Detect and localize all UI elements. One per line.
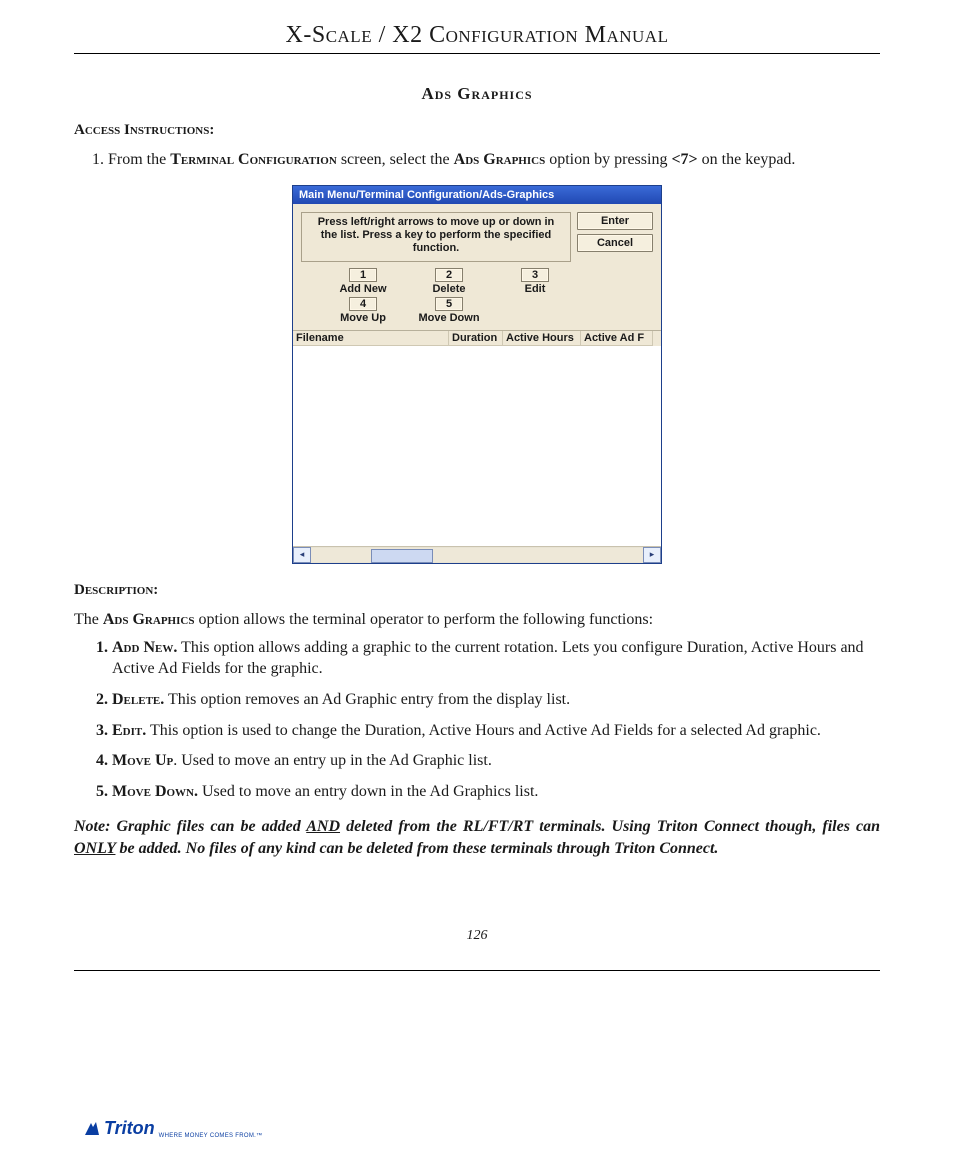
scroll-track[interactable] bbox=[311, 548, 643, 562]
note-paragraph: Note: Graphic files can be added AND del… bbox=[74, 816, 880, 859]
column-header[interactable]: Active Ad F bbox=[581, 331, 653, 346]
function-key-move-up[interactable]: 4Move Up bbox=[323, 297, 403, 324]
table-body-empty bbox=[293, 346, 661, 546]
logo-tagline: WHERE MONEY COMES FROM.™ bbox=[159, 1133, 263, 1139]
scroll-thumb[interactable] bbox=[371, 549, 433, 563]
ads-graphics-screenshot: Main Menu/Terminal Configuration/Ads-Gra… bbox=[74, 185, 880, 565]
table-header-row: FilenameDurationActive HoursActive Ad F bbox=[293, 330, 661, 346]
function-key-move-down[interactable]: 5Move Down bbox=[409, 297, 489, 324]
footer-rule bbox=[74, 970, 880, 971]
key-number: 3 bbox=[521, 268, 549, 282]
section-title: Ads Graphics bbox=[74, 84, 880, 104]
key-label: Move Down bbox=[409, 312, 489, 324]
key-label: Delete bbox=[409, 283, 489, 295]
access-step: From the Terminal Configuration screen, … bbox=[108, 149, 880, 171]
function-key-add-new[interactable]: 1Add New bbox=[323, 268, 403, 295]
scroll-right-button[interactable]: ▸ bbox=[643, 547, 661, 563]
horizontal-scrollbar[interactable]: ◂ ▸ bbox=[293, 546, 661, 563]
key-number: 2 bbox=[435, 268, 463, 282]
key-label: Edit bbox=[495, 283, 575, 295]
page-number: 126 bbox=[74, 928, 880, 944]
description-list: Add New. This option allows adding a gra… bbox=[88, 637, 880, 803]
logo-icon bbox=[84, 1121, 100, 1137]
document-title: X-Scale / X2 Configuration Manual bbox=[74, 22, 880, 49]
description-item: Edit. This option is used to change the … bbox=[112, 720, 880, 742]
function-key-edit[interactable]: 3Edit bbox=[495, 268, 575, 295]
function-key-delete[interactable]: 2Delete bbox=[409, 268, 489, 295]
description-item: Move Up. Used to move an entry up in the… bbox=[112, 750, 880, 772]
logo-wordmark: Triton bbox=[104, 1118, 155, 1139]
function-key-grid: 1Add New2Delete3Edit4Move Up5Move Down bbox=[293, 262, 661, 328]
key-number: 4 bbox=[349, 297, 377, 311]
description-heading: Description: bbox=[74, 582, 880, 599]
column-header[interactable]: Active Hours bbox=[503, 331, 581, 346]
enter-button[interactable]: Enter bbox=[577, 212, 653, 230]
column-header[interactable]: Filename bbox=[293, 331, 449, 346]
key-label: Add New bbox=[323, 283, 403, 295]
description-item: Add New. This option allows adding a gra… bbox=[112, 637, 880, 680]
triton-logo: Triton WHERE MONEY COMES FROM.™ bbox=[84, 1118, 262, 1139]
description-item: Move Down. Used to move an entry down in… bbox=[112, 781, 880, 803]
instructions-box: Press left/right arrows to move up or do… bbox=[301, 212, 571, 263]
key-label: Move Up bbox=[323, 312, 403, 324]
description-intro: The Ads Graphics option allows the termi… bbox=[74, 609, 880, 631]
access-instructions-heading: Access Instructions: bbox=[74, 122, 880, 139]
column-header[interactable]: Duration bbox=[449, 331, 503, 346]
ads-graphics-window: Main Menu/Terminal Configuration/Ads-Gra… bbox=[292, 185, 662, 565]
key-number: 1 bbox=[349, 268, 377, 282]
key-number: 5 bbox=[435, 297, 463, 311]
access-instructions-list: From the Terminal Configuration screen, … bbox=[88, 149, 880, 171]
cancel-button[interactable]: Cancel bbox=[577, 234, 653, 252]
description-item: Delete. This option removes an Ad Graphi… bbox=[112, 689, 880, 711]
window-titlebar: Main Menu/Terminal Configuration/Ads-Gra… bbox=[293, 186, 661, 204]
header-rule bbox=[74, 53, 880, 54]
scroll-left-button[interactable]: ◂ bbox=[293, 547, 311, 563]
